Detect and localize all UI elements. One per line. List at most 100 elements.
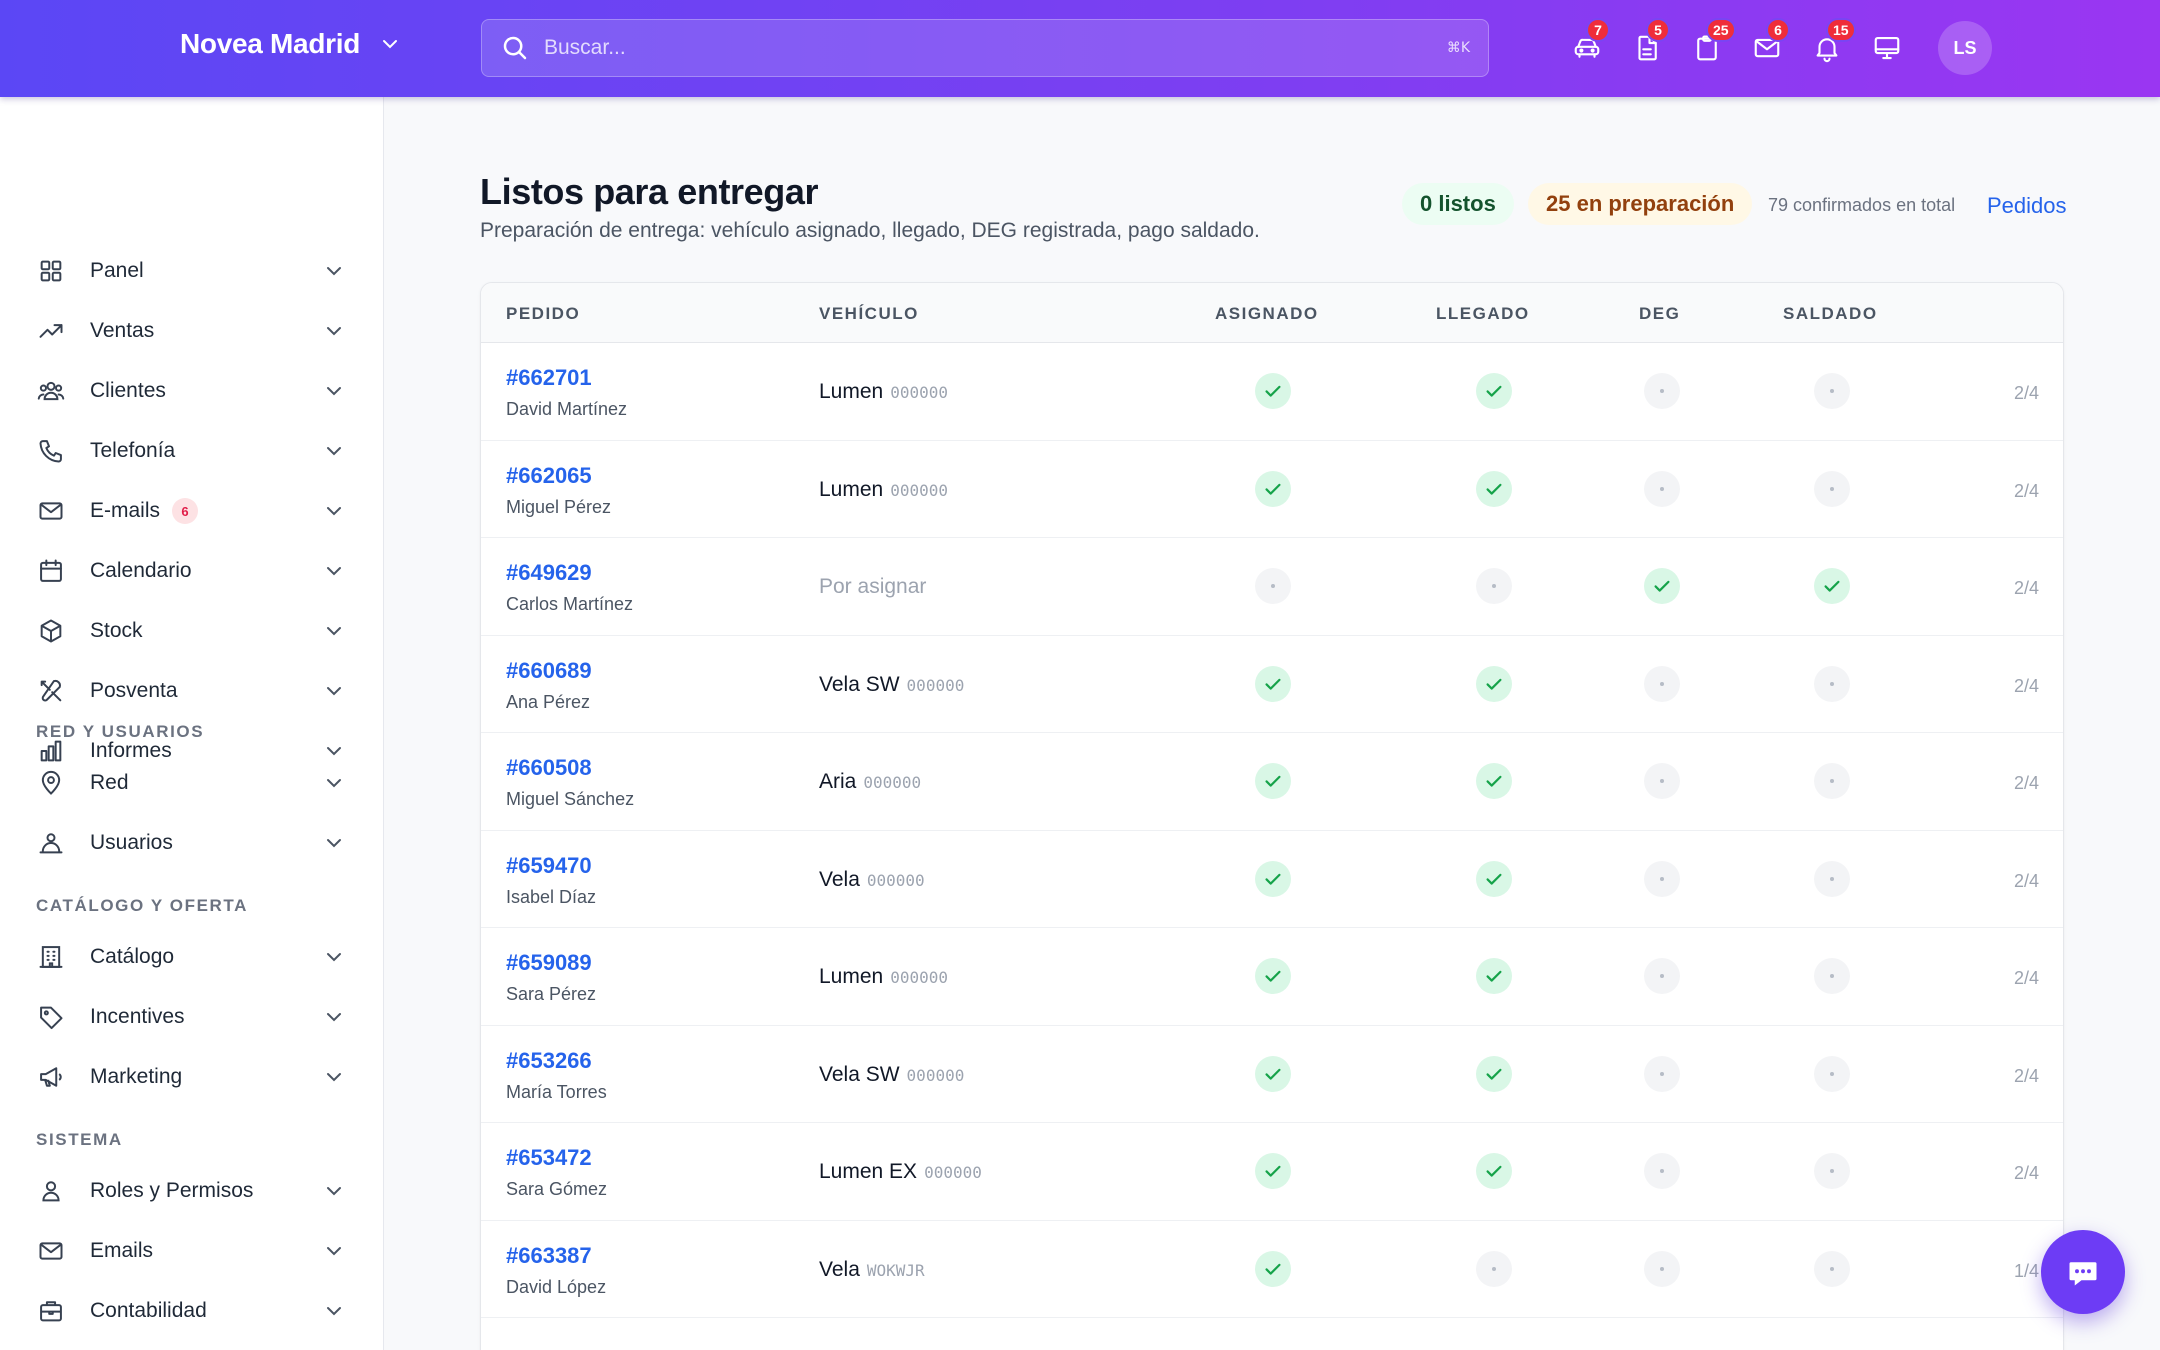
sidebar-item-label: Marketing <box>90 1065 183 1088</box>
vehicle-cell: Vela 000000 <box>819 868 925 892</box>
table-row[interactable]: #659089 Sara Pérez Lumen 000000 2/4 <box>481 928 2063 1026</box>
status-saldado-pending <box>1814 1153 1850 1189</box>
progress-count: 2/4 <box>2013 675 2039 696</box>
grid-icon <box>40 260 62 282</box>
workspace-switcher[interactable]: Novea Madrid <box>180 28 402 60</box>
order-id-link[interactable]: #662701 <box>506 365 592 391</box>
order-id-link[interactable]: #649629 <box>506 560 592 586</box>
sidebar-item-usuarios[interactable]: Usuarios <box>36 817 356 869</box>
vehicle-model: Lumen <box>819 380 884 403</box>
documents-button[interactable]: 5 <box>1630 18 1670 70</box>
users-icon <box>37 381 65 401</box>
sidebar-item-posventa[interactable]: Posventa <box>36 665 356 717</box>
status-saldado-pending <box>1814 470 1850 507</box>
status-llegado-done <box>1476 763 1512 799</box>
chevron-down-icon <box>327 953 341 962</box>
table-row[interactable]: #653472 Sara Gómez Lumen EX 000000 2/4 <box>481 1123 2063 1221</box>
orders-link[interactable]: Pedidos <box>1987 193 2067 219</box>
table-row[interactable]: #660689 Ana Pérez Vela SW 000000 2/4 <box>481 636 2063 733</box>
check-icon <box>1265 678 1281 690</box>
vehicle-cell: Lumen EX 000000 <box>819 1160 982 1184</box>
table-row[interactable]: #660508 Miguel Sánchez Aria 000000 2/4 <box>481 733 2063 831</box>
status-saldado-pending <box>1814 665 1850 702</box>
status-llegado-done <box>1476 470 1512 507</box>
notifications-button[interactable]: 15 <box>1810 18 1856 70</box>
table-header: PEDIDO VEHÍCULO ASIGNADO LLEGADO DEG SAL… <box>481 283 2063 343</box>
vehicle-cell: Por asignar <box>819 575 926 599</box>
status-llegado-done <box>1476 1153 1512 1189</box>
vehicle-vin: 000000 <box>906 1065 965 1085</box>
status-deg-pending <box>1644 1055 1680 1092</box>
section-title-catalogo: CATÁLOGO Y OFERTA <box>36 896 249 915</box>
search-bar[interactable]: ⌘K <box>481 19 1489 77</box>
chevron-down-icon <box>327 507 341 516</box>
order-id-link[interactable]: #653472 <box>506 1145 592 1171</box>
sidebar: Panel Ventas Clientes Telefonía E-mails … <box>0 97 384 1350</box>
sidebar-item-label: Telefonía <box>90 439 176 462</box>
vehicles-button[interactable]: 7 <box>1570 18 1610 70</box>
table-row[interactable]: #653266 María Torres Vela SW 000000 2/4 <box>481 1026 2063 1123</box>
order-id-link[interactable]: #660508 <box>506 755 592 781</box>
table-row[interactable]: #649629 Carlos Martínez Por asignar 2/4 <box>481 538 2063 636</box>
vehicle-model: Vela <box>819 1257 860 1281</box>
vehicle-model: Aria <box>819 770 857 793</box>
sidebar-item-clientes[interactable]: Clientes <box>36 365 356 417</box>
order-id-link[interactable]: #662065 <box>506 463 592 489</box>
order-id-link[interactable]: #659470 <box>506 853 592 879</box>
table-row[interactable]: #662065 Miguel Pérez Lumen 000000 2/4 <box>481 441 2063 538</box>
table-row[interactable]: #663387 David López Vela WOKWJR 1/4 <box>481 1221 2063 1318</box>
sidebar-item-label: Catálogo <box>90 945 175 968</box>
check-icon <box>1265 970 1281 982</box>
sidebar-item-label: Usuarios <box>90 831 173 854</box>
vehicle-vin: WOKWJR <box>866 1260 925 1280</box>
sidebar-item-ventas[interactable]: Ventas <box>36 305 356 357</box>
column-header-llegado: LLEGADO <box>1436 304 1530 323</box>
customer-name: Ana Pérez <box>506 691 591 712</box>
sidebar-item-red[interactable]: Red <box>36 757 356 809</box>
status-deg-pending <box>1644 1153 1680 1189</box>
sidebar-item-marketing[interactable]: Marketing <box>36 1051 356 1103</box>
table-row[interactable]: #662701 David Martínez Lumen 000000 2/4 <box>481 343 2063 441</box>
user-avatar[interactable]: LS <box>1938 21 1992 75</box>
order-id-link[interactable]: #660689 <box>506 658 592 684</box>
order-id-link[interactable]: #659089 <box>506 950 592 976</box>
user-icon <box>42 1181 60 1202</box>
sidebar-item-calendario[interactable]: Calendario <box>36 545 356 597</box>
status-deg-pending <box>1644 1250 1680 1287</box>
chevron-down-icon <box>327 839 341 848</box>
status-deg-pending <box>1644 665 1680 702</box>
table-row[interactable]: #659470 Isabel Díaz Vela 000000 2/4 <box>481 831 2063 928</box>
display-button[interactable] <box>1870 26 1904 70</box>
search-input[interactable] <box>544 36 1447 60</box>
sidebar-item-stock[interactable]: Stock <box>36 605 356 657</box>
chevron-down-icon <box>327 567 341 576</box>
order-id-link[interactable]: #653266 <box>506 1048 592 1074</box>
sidebar-item-emails[interactable]: E-mails 6 <box>36 485 356 537</box>
column-header-vehiculo: VEHÍCULO <box>819 304 919 323</box>
sidebar-item-label: Stock <box>90 619 143 642</box>
vehicle-vin: 000000 <box>906 675 965 695</box>
monitor-icon <box>1874 36 1900 60</box>
sidebar-item-incentives[interactable]: Incentives <box>36 991 356 1043</box>
chevron-down-icon <box>327 1187 341 1196</box>
sidebar-item-emails-system[interactable]: Emails <box>36 1225 356 1277</box>
customer-name: Miguel Sánchez <box>506 789 635 809</box>
sidebar-item-contabilidad[interactable]: Contabilidad <box>36 1285 356 1337</box>
search-icon <box>503 36 527 60</box>
page-subtitle: Preparación de entrega: vehículo asignad… <box>480 219 1260 242</box>
sidebar-item-telefonia[interactable]: Telefonía <box>36 425 356 477</box>
sidebar-item-catalogo[interactable]: Catálogo <box>36 931 356 983</box>
vehicle-model: Por asignar <box>819 575 927 598</box>
status-saldado-pending <box>1814 860 1850 897</box>
check-icon <box>1824 580 1840 592</box>
order-id-link[interactable]: #663387 <box>506 1243 592 1269</box>
messages-button[interactable]: 6 <box>1750 18 1790 70</box>
tasks-button[interactable]: 25 <box>1690 18 1736 70</box>
sidebar-item-panel[interactable]: Panel <box>36 245 356 297</box>
sidebar-item-roles[interactable]: Roles y Permisos <box>36 1165 356 1217</box>
chevron-down-icon <box>327 267 341 276</box>
status-asignado-done <box>1255 958 1291 994</box>
status-saldado-pending <box>1814 373 1850 409</box>
status-llegado-done <box>1476 860 1512 897</box>
chat-button[interactable] <box>2041 1230 2125 1314</box>
